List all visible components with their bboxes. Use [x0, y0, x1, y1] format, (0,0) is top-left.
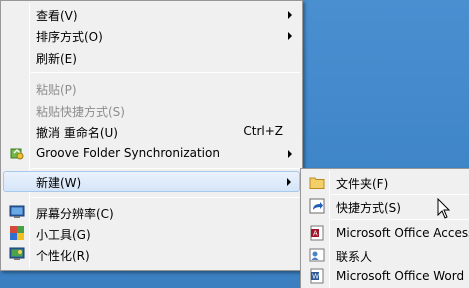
menu-item-label: Microsoft Office Word	[336, 269, 465, 283]
menu-item-new[interactable]: 新建(W)	[3, 171, 300, 192]
svg-text:W: W	[312, 274, 319, 281]
menu-item-gadgets[interactable]: 小工具(G)	[3, 223, 300, 244]
new-submenu: 文件夹(F) 快捷方式(S) A Microsoft Office Access…	[300, 168, 469, 288]
menu-item-personalize[interactable]: 个性化(R)	[3, 244, 300, 265]
menu-item-label: 屏幕分辨率(C)	[36, 207, 114, 221]
screen-resolution-icon	[9, 205, 25, 218]
menu-item-label: 查看(V)	[36, 9, 78, 23]
submenu-item-access[interactable]: A Microsoft Office Access	[303, 223, 469, 244]
submenu-arrow-icon	[287, 178, 291, 186]
submenu-arrow-icon	[288, 150, 292, 158]
desktop-context-menu: 查看(V) 排序方式(O) 刷新(E) 粘贴(P) 粘贴快捷方式(S) 撤消 重…	[0, 0, 303, 271]
shortcut-icon	[309, 198, 325, 214]
menu-item-undo-rename[interactable]: 撤消 重命名(U) Ctrl+Z	[3, 121, 300, 142]
menu-item-label: 小工具(G)	[36, 228, 91, 242]
contact-icon	[309, 248, 325, 262]
word-icon: W	[310, 268, 324, 284]
menu-item-label: 个性化(R)	[36, 249, 90, 263]
gadgets-icon	[10, 226, 24, 240]
access-icon: A	[310, 225, 324, 241]
mouse-cursor-icon	[437, 198, 451, 219]
folder-icon	[309, 177, 325, 189]
menu-separator	[31, 168, 300, 169]
menu-item-shortcut: Ctrl+Z	[243, 124, 283, 138]
submenu-arrow-icon	[288, 11, 292, 19]
menu-item-label: Microsoft Office Access	[336, 226, 469, 240]
menu-item-label: 粘贴快捷方式(S)	[36, 105, 125, 119]
submenu-item-word[interactable]: W Microsoft Office Word	[303, 266, 469, 287]
menu-item-view[interactable]: 查看(V)	[3, 4, 300, 25]
menu-item-label: Groove Folder Synchronization	[36, 146, 220, 160]
menu-item-screen-resolution[interactable]: 屏幕分辨率(C)	[3, 202, 300, 223]
menu-item-paste[interactable]: 粘贴(P)	[3, 78, 300, 99]
svg-text:A: A	[313, 231, 318, 238]
menu-item-refresh[interactable]: 刷新(E)	[3, 47, 300, 68]
submenu-item-folder[interactable]: 文件夹(F)	[303, 172, 469, 193]
menu-item-label: 撤消 重命名(U)	[36, 126, 118, 140]
menu-item-label: 粘贴(P)	[36, 83, 77, 97]
menu-item-label: 联系人	[336, 250, 373, 264]
personalize-icon	[9, 247, 25, 260]
menu-item-label: 文件夹(F)	[336, 177, 389, 191]
menu-item-label: 新建(W)	[36, 176, 82, 190]
menu-separator	[331, 194, 469, 195]
menu-item-sort-by[interactable]: 排序方式(O)	[3, 25, 300, 46]
menu-item-label: 排序方式(O)	[36, 30, 103, 44]
submenu-item-contact[interactable]: 联系人	[303, 245, 469, 266]
submenu-arrow-icon	[288, 32, 292, 40]
menu-item-groove-sync[interactable]: Groove Folder Synchronization	[3, 143, 300, 164]
menu-separator	[31, 72, 300, 73]
menu-separator	[31, 197, 300, 198]
groove-sync-icon	[10, 148, 24, 160]
menu-item-label: 快捷方式(S)	[336, 201, 401, 215]
menu-item-paste-shortcut[interactable]: 粘贴快捷方式(S)	[3, 100, 300, 121]
menu-item-label: 刷新(E)	[36, 52, 77, 66]
